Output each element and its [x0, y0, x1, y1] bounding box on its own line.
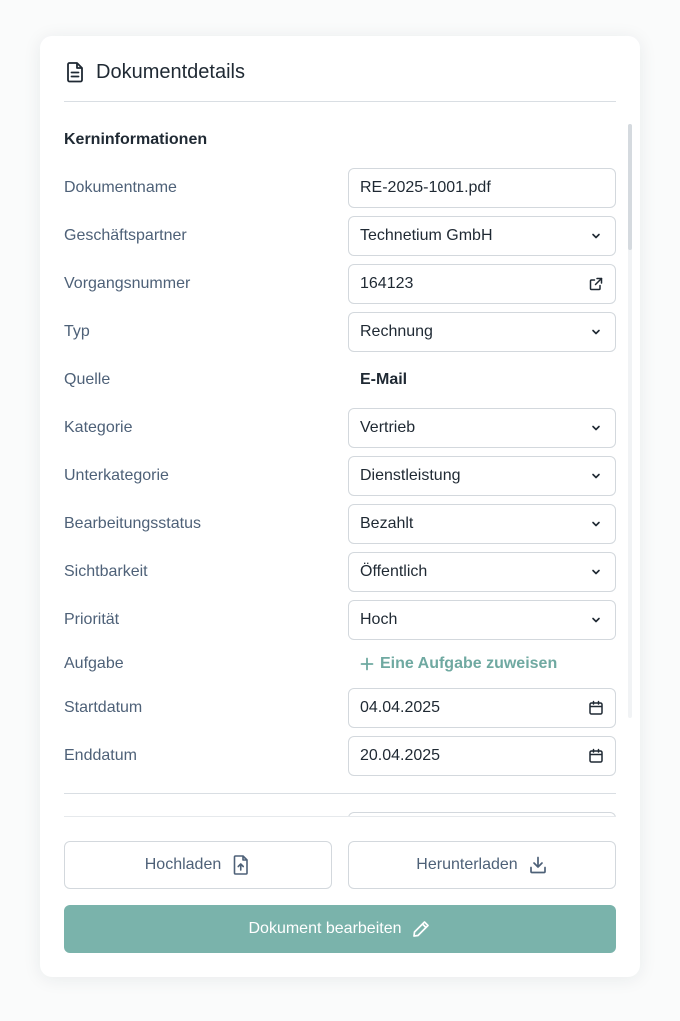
typ-select[interactable]: Rechnung: [348, 312, 616, 352]
kategorie-select[interactable]: Vertrieb: [348, 408, 616, 448]
field-label: Kategorie: [64, 419, 133, 436]
document-icon: [64, 60, 86, 84]
card-header: Dokumentdetails: [64, 60, 616, 102]
field-label: Startdatum: [64, 699, 143, 716]
field-value: 20.04.2025: [360, 747, 441, 764]
document-details-card: Dokumentdetails Kerninformationen Dokume…: [40, 36, 640, 977]
external-link-icon[interactable]: [588, 276, 604, 292]
vorgangsnummer-input[interactable]: 164123: [348, 264, 616, 304]
chevron-down-icon: [588, 420, 604, 436]
startdatum-input[interactable]: 04.04.2025: [348, 688, 616, 728]
chevron-down-icon: [588, 324, 604, 340]
upload-button[interactable]: Hochladen: [64, 841, 332, 889]
details-scroll-area[interactable]: Kerninformationen Dokumentname RE-2025-1…: [40, 126, 640, 816]
pencil-icon: [411, 919, 431, 939]
field-label: Sichtbarkeit: [64, 563, 148, 580]
edit-document-button[interactable]: Dokument bearbeiten: [64, 905, 616, 953]
chevron-down-icon: [588, 228, 604, 244]
field-value: Vertrieb: [360, 419, 416, 436]
download-button[interactable]: Herunterladen: [348, 841, 616, 889]
quelle-value: E-Mail: [360, 371, 408, 388]
upload-file-icon: [231, 854, 251, 876]
scrollbar-thumb[interactable]: [628, 124, 632, 250]
page-title: Dokumentdetails: [96, 61, 245, 83]
unterkategorie-select[interactable]: Dienstleistung: [348, 456, 616, 496]
chevron-down-icon: [588, 612, 604, 628]
assign-task-label: Eine Aufgabe zuweisen: [380, 655, 558, 672]
field-label: Geschäftspartner: [64, 227, 187, 244]
chevron-down-icon: [588, 468, 604, 484]
field-label: Vorgangsnummer: [64, 275, 191, 292]
field-label: Typ: [64, 323, 90, 340]
plus-icon: [360, 657, 374, 671]
section-title: Kerninformationen: [64, 131, 208, 148]
field-label: Dokumentname: [64, 179, 177, 196]
field-value: Öffentlich: [360, 563, 428, 580]
field-value: Rechnung: [360, 323, 433, 340]
geschaeftspartner-select[interactable]: Technetium GmbH: [348, 216, 616, 256]
field-value: Dienstleistung: [360, 467, 461, 484]
calendar-icon[interactable]: [588, 748, 604, 764]
enddatum-input[interactable]: 20.04.2025: [348, 736, 616, 776]
row-kategorie: Kategorie Vertrieb: [64, 408, 616, 448]
upload-label: Hochladen: [144, 856, 222, 873]
row-typ: Typ Rechnung: [64, 312, 616, 352]
chevron-down-icon: [588, 564, 604, 580]
chevron-down-icon: [588, 516, 604, 532]
dokumentname-input[interactable]: RE-2025-1001.pdf: [348, 168, 616, 208]
row-dokumentname: Dokumentname RE-2025-1001.pdf: [64, 168, 616, 208]
sichtbarkeit-select[interactable]: Öffentlich: [348, 552, 616, 592]
row-bearbeitungsstatus: Bearbeitungsstatus Bezahlt: [64, 504, 616, 544]
section-divider: [64, 793, 616, 794]
scrollbar[interactable]: [628, 124, 632, 718]
row-quelle: Quelle E-Mail: [64, 360, 616, 400]
row-enddatum: Enddatum 20.04.2025: [64, 736, 616, 776]
field-value: RE-2025-1001.pdf: [360, 179, 491, 196]
field-value: 164123: [360, 275, 414, 292]
download-icon: [528, 855, 548, 875]
field-label: Quelle: [64, 371, 111, 388]
field-value: 04.04.2025: [360, 699, 441, 716]
edit-document-label: Dokument bearbeiten: [248, 920, 402, 937]
bearbeitungsstatus-select[interactable]: Bezahlt: [348, 504, 616, 544]
row-vorgangsnummer: Vorgangsnummer 164123: [64, 264, 616, 304]
calendar-icon[interactable]: [588, 700, 604, 716]
prioritaet-select[interactable]: Hoch: [348, 600, 616, 640]
row-prioritaet: Priorität Hoch: [64, 600, 616, 640]
row-startdatum: Startdatum 04.04.2025: [64, 688, 616, 728]
field-label: Aufgabe: [64, 655, 124, 672]
field-value: Bezahlt: [360, 515, 414, 532]
field-value: Hoch: [360, 611, 398, 628]
row-sichtbarkeit: Sichtbarkeit Öffentlich: [64, 552, 616, 592]
field-label: Unterkategorie: [64, 467, 169, 484]
field-value: Technetium GmbH: [360, 227, 493, 244]
row-unterkategorie: Unterkategorie Dienstleistung: [64, 456, 616, 496]
field-label: Priorität: [64, 611, 120, 628]
field-label: Bearbeitungsstatus: [64, 515, 201, 532]
download-label: Herunterladen: [416, 856, 518, 873]
row-aufgabe: Aufgabe Eine Aufgabe zuweisen: [64, 644, 616, 684]
row-geschaeftspartner: Geschäftspartner Technetium GmbH: [64, 216, 616, 256]
footer-divider: [64, 816, 616, 817]
field-label: Enddatum: [64, 747, 137, 764]
assign-task-link[interactable]: Eine Aufgabe zuweisen: [360, 644, 557, 684]
